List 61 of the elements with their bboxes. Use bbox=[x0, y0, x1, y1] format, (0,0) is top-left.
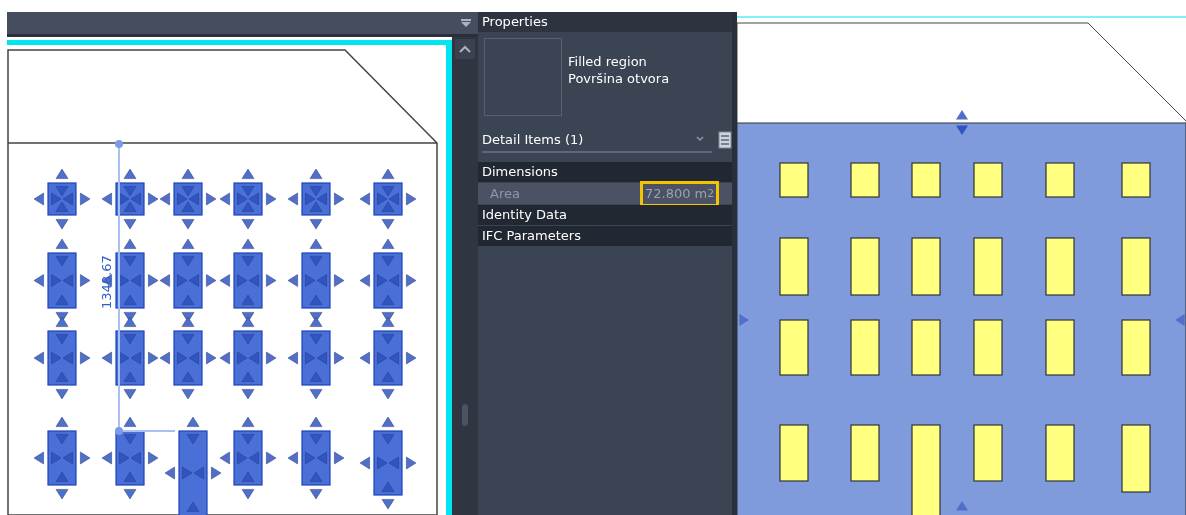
window[interactable] bbox=[911, 237, 941, 296]
window[interactable] bbox=[779, 319, 809, 376]
edit-type-icon[interactable] bbox=[718, 131, 732, 149]
window[interactable] bbox=[911, 162, 941, 198]
window[interactable] bbox=[1121, 424, 1151, 493]
selected-window[interactable] bbox=[101, 316, 159, 400]
window[interactable] bbox=[1045, 424, 1075, 482]
type-family: Filled region bbox=[568, 54, 648, 69]
window[interactable] bbox=[1121, 162, 1151, 198]
window[interactable] bbox=[779, 162, 809, 198]
window[interactable] bbox=[779, 237, 809, 296]
window[interactable] bbox=[911, 319, 941, 376]
window[interactable] bbox=[1045, 319, 1075, 376]
group-header[interactable]: Identity Data bbox=[478, 205, 732, 225]
scrollbar-thumb[interactable] bbox=[462, 404, 468, 426]
selected-window[interactable] bbox=[101, 168, 159, 230]
selected-window[interactable] bbox=[287, 416, 345, 500]
selector-label: Detail Items (1) bbox=[482, 131, 584, 147]
window[interactable] bbox=[973, 424, 1003, 482]
selected-window[interactable] bbox=[159, 316, 217, 400]
window[interactable] bbox=[1121, 237, 1151, 296]
property-label: Area bbox=[489, 186, 521, 201]
selected-window[interactable] bbox=[287, 168, 345, 230]
category-selector[interactable]: Detail Items (1) bbox=[482, 127, 712, 153]
scroll-up-button[interactable] bbox=[455, 39, 475, 59]
grip-arrow-icon[interactable] bbox=[739, 314, 749, 326]
dropdown-icon[interactable] bbox=[460, 18, 472, 28]
selected-window[interactable] bbox=[359, 168, 417, 230]
window[interactable] bbox=[850, 237, 880, 296]
group-header[interactable]: IFC Parameters bbox=[478, 226, 732, 246]
selected-window[interactable] bbox=[164, 416, 222, 515]
chevron-down-icon bbox=[696, 136, 704, 142]
window[interactable] bbox=[911, 424, 941, 515]
grip-arrow-icon[interactable] bbox=[1175, 314, 1185, 326]
window[interactable] bbox=[1045, 162, 1075, 198]
selected-window[interactable] bbox=[159, 168, 217, 230]
selected-window[interactable] bbox=[287, 316, 345, 400]
selected-window[interactable] bbox=[33, 168, 91, 230]
grip-arrow-icon[interactable] bbox=[956, 110, 968, 135]
window[interactable] bbox=[779, 424, 809, 482]
window[interactable] bbox=[973, 319, 1003, 376]
window[interactable] bbox=[973, 162, 1003, 198]
group-header[interactable]: Dimensions bbox=[478, 162, 732, 182]
window[interactable] bbox=[850, 424, 880, 482]
window[interactable] bbox=[850, 319, 880, 376]
selected-window[interactable] bbox=[33, 416, 91, 500]
selected-window[interactable] bbox=[101, 416, 159, 500]
selected-window[interactable] bbox=[219, 168, 277, 230]
selected-window[interactable] bbox=[33, 316, 91, 400]
selected-window[interactable] bbox=[359, 316, 417, 400]
grip-arrow-icon[interactable] bbox=[956, 501, 968, 511]
window[interactable] bbox=[1045, 237, 1075, 296]
panel-title: Properties bbox=[478, 12, 732, 32]
window[interactable] bbox=[850, 162, 880, 198]
selected-window[interactable] bbox=[219, 416, 277, 500]
selected-window[interactable] bbox=[359, 416, 417, 510]
chevron-up-icon bbox=[459, 45, 471, 53]
window[interactable] bbox=[973, 237, 1003, 296]
type-name: Površina otvora bbox=[568, 71, 670, 86]
selected-window[interactable] bbox=[219, 316, 277, 400]
window[interactable] bbox=[1121, 319, 1151, 376]
